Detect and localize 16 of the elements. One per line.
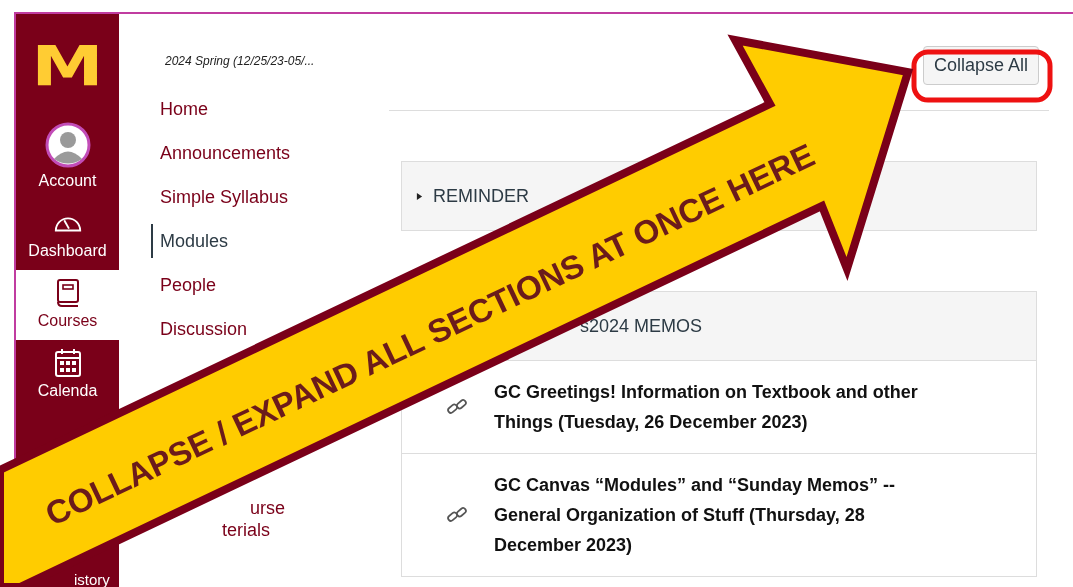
global-nav-item[interactable]: Dashboard [16,200,119,270]
course-nav-link[interactable]: People [151,268,217,302]
course-nav-link[interactable]: Announcements [151,136,291,170]
course-term-title: 2024 Spring (12/25/23-05/... [165,54,315,68]
course-nav-link[interactable]: Modules [151,224,229,258]
avatar-icon [44,122,91,168]
global-nav-item[interactable]: Courses [16,270,119,340]
module-title[interactable]: REMINDER [433,186,529,206]
course-nav-link[interactable]: urse terials [220,497,285,541]
course-nav-link[interactable]: Discussion [151,312,248,346]
course-nav-link[interactable]: Simple Syllabus [151,180,289,214]
global-nav-item[interactable]: Calenda [16,340,119,410]
course-nav-link[interactable]: Home [151,92,208,126]
calendar-icon [52,348,83,378]
global-nav-item[interactable]: Account [16,114,119,200]
expand-arrow-icon[interactable] [416,191,423,201]
